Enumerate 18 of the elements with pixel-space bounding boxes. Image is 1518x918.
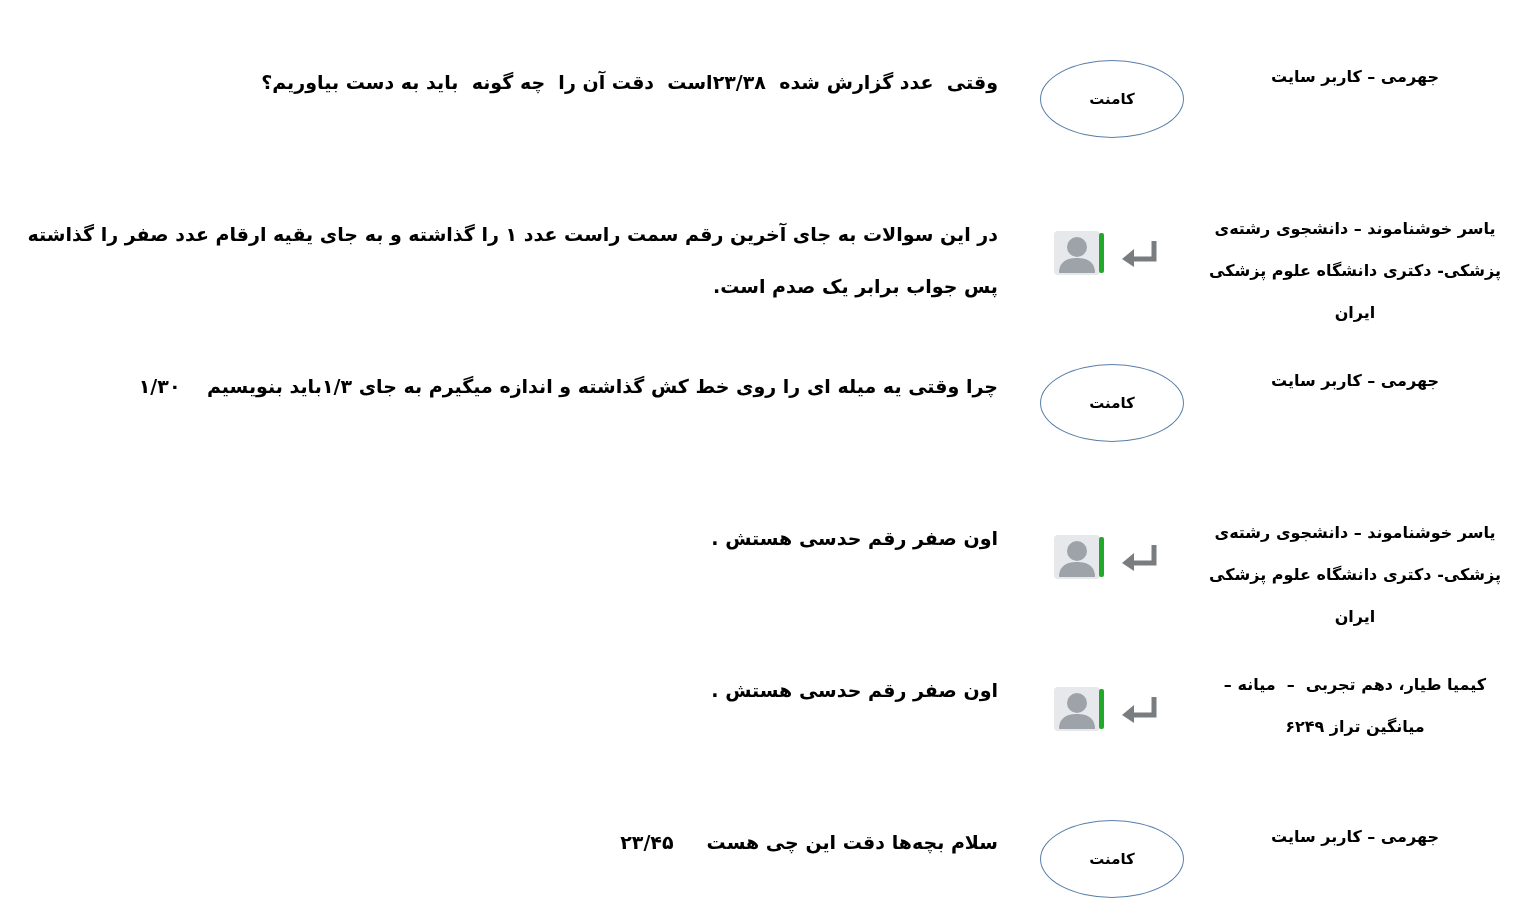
author-name: یاسر خوشناموند – دانشجوی رشته‌ی پزشکی- دکتری دانشگاه علوم پزشکی ایران bbox=[1208, 218, 1502, 324]
reply-arrow-icon bbox=[1122, 697, 1158, 723]
comment-text: وقتی عدد گزارش شده ۲۳/۳۸است دقت آن را چه گونه باید به دست بیاوریم؟ bbox=[260, 70, 998, 96]
avatar-icon bbox=[1054, 535, 1104, 579]
author-name: جهرمی – کاربر سایت bbox=[1270, 826, 1440, 848]
comment-text: اون صفر رقم حدسی هستش . bbox=[710, 678, 998, 704]
reply-arrow-icon bbox=[1122, 241, 1158, 267]
comment-text: در این سوالات به جای آخرین رقم سمت راست عدد ۱ را گذاشته و به جای یقیه ارقام عدد صفر را گذاشته پس جواب برابر یک صدم است. bbox=[26, 222, 998, 300]
comment-text: سلام بچه‌ها دقت این چی هست ۲۳/۴۵ bbox=[619, 830, 998, 856]
author-name: جهرمی – کاربر سایت bbox=[1270, 370, 1440, 392]
avatar-icon bbox=[1054, 687, 1104, 731]
comment-text: اون صفر رقم حدسی هستش . bbox=[710, 526, 998, 552]
avatar-icon bbox=[1054, 231, 1104, 275]
comment-text: چرا وقتی یه میله ای را روی خط کش گذاشته و اندازه میگیرم به جای ۱/۳باید بنویسیم ۱/۳۰ bbox=[137, 374, 998, 400]
author-name: جهرمی – کاربر سایت bbox=[1270, 66, 1440, 88]
author-name: کیمیا طیار، دهم تجربی – میانه – میانگین تراز ۶۲۴۹ bbox=[1222, 674, 1488, 738]
author-name: یاسر خوشناموند – دانشجوی رشته‌ی پزشکی- دکتری دانشگاه علوم پزشکی ایران bbox=[1208, 522, 1502, 628]
reply-arrow-icon bbox=[1122, 545, 1158, 571]
